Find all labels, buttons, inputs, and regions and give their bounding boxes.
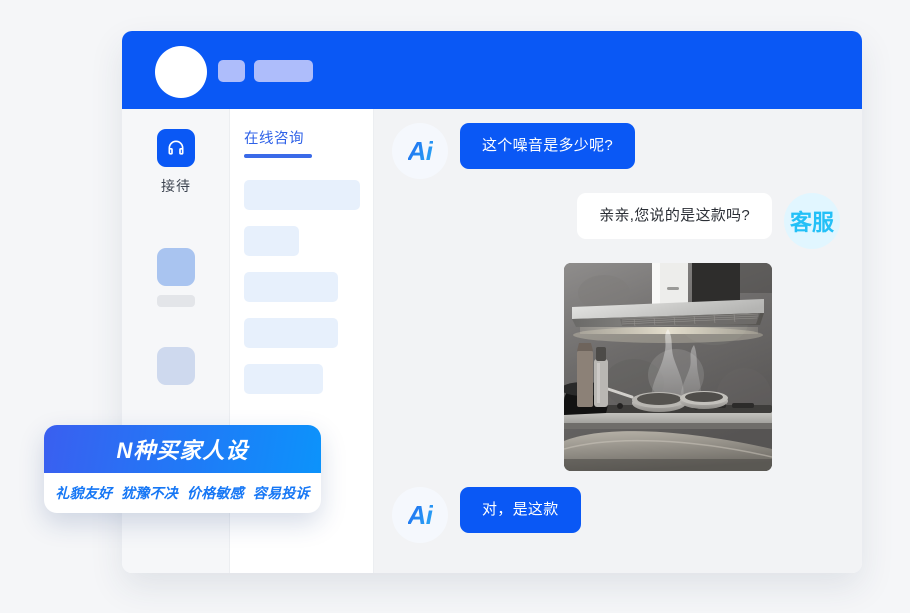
chat-bubble-user[interactable]: 对，是这款 [460,487,581,533]
promo-banner-tags: 礼貌友好 犹豫不决 价格敏感 容易投诉 [44,473,321,513]
avatar-ai-label: Ai [407,499,434,530]
window-header [122,31,862,109]
conversation-list-item[interactable] [244,318,338,348]
conversation-placeholder-list [244,180,373,394]
chat-message-row [392,263,840,471]
sidebar-item-2[interactable] [122,248,230,307]
chat-bubble-agent[interactable]: 亲亲,您说的是这款吗? [577,193,772,239]
chat-bubble-user[interactable]: 这个噪音是多少呢? [460,123,636,169]
avatar-ai-icon: Ai [392,487,448,543]
sidebar-item-reception-label: 接待 [161,178,191,194]
conversation-list-item[interactable] [244,364,323,394]
chat-message-row: Ai 对，是这款 [392,487,840,543]
headset-icon [157,129,195,167]
header-avatar[interactable] [155,46,207,98]
avatar-ai-icon: Ai [392,123,448,179]
sidebar-item-3[interactable] [122,347,230,385]
placeholder-icon [157,347,195,385]
avatar-agent-icon: 客服 [784,193,840,249]
header-chip-small[interactable] [218,60,245,82]
sidebar-item-reception[interactable]: 接待 [122,129,230,196]
avatar-ai-label: Ai [407,135,434,166]
placeholder-icon [157,248,195,286]
promo-banner-title: N种买家人设 [116,438,249,463]
range-hood-photo [564,263,772,471]
tab-online-consultation[interactable]: 在线咨询 [244,127,373,148]
conversation-list-item[interactable] [244,180,360,210]
sidebar-item-2-label [157,295,195,307]
promo-tag: 价格敏感 [187,485,244,501]
promo-banner[interactable]: N种买家人设 礼貌友好 犹豫不决 价格敏感 容易投诉 [44,425,321,513]
promo-tag: 犹豫不决 [121,485,178,501]
header-chip-large[interactable] [254,60,313,82]
conversation-list-item[interactable] [244,272,338,302]
promo-banner-title-bar: N种买家人设 [44,425,321,473]
avatar-agent-label: 客服 [789,210,834,235]
chat-message-row: Ai 这个噪音是多少呢? [392,123,840,179]
product-image-range-hood[interactable] [564,263,772,471]
promo-tag: 容易投诉 [252,485,310,501]
conversation-list-item[interactable] [244,226,299,256]
chat-message-row: 亲亲,您说的是这款吗? 客服 [392,193,840,249]
promo-tag: 礼貌友好 [55,485,113,501]
tab-active-underline [244,154,312,158]
chat-panel: Ai 这个噪音是多少呢? 亲亲,您说的是这款吗? 客服 Ai 对，是这款 [374,109,862,573]
